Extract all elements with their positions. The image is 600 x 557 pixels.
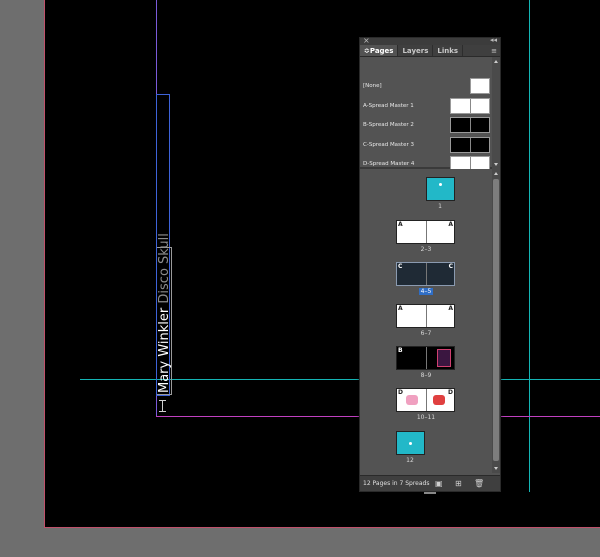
panel-menu-icon[interactable]: ≡: [491, 45, 497, 57]
scroll-up-icon[interactable]: [494, 60, 498, 63]
tab-label: Links: [437, 47, 459, 55]
spread-label: 6–7: [420, 330, 432, 337]
spread-thumbnail[interactable]: D D: [396, 388, 455, 412]
new-page-icon[interactable]: ⊞: [455, 479, 462, 488]
page-thumbnail[interactable]: [426, 177, 455, 201]
document-page[interactable]: [44, 0, 600, 528]
pages-panel[interactable]: × ◂◂ ≎Pages Layers Links ≡ [None] A-Spre…: [359, 36, 501, 494]
master-label: D-Spread Master 4: [363, 161, 415, 167]
master-label: [None]: [363, 83, 382, 89]
panel-resize-grip[interactable]: [424, 492, 436, 494]
masters-scrollbar[interactable]: [492, 57, 500, 169]
thumbnail-artwork: [406, 395, 418, 405]
masters-section: [None] A-Spread Master 1 B-Spread Master…: [360, 57, 500, 172]
pages-section: 1 A A 2–3 C C 4–5 A A 6–7 B 8–9 D D 10–1…: [360, 169, 500, 473]
spread-label: 2–3: [420, 246, 432, 253]
spread-thumbnail[interactable]: A A: [396, 304, 455, 328]
master-thumbnail[interactable]: [450, 137, 490, 153]
title-text: Disco Skull: [157, 233, 172, 308]
author-text: Mary Winkler: [157, 307, 172, 393]
tab-layers[interactable]: Layers: [398, 45, 434, 56]
spread-label: 8–9: [420, 372, 432, 379]
close-icon[interactable]: ×: [363, 36, 370, 45]
panel-footer: 12 Pages in 7 Spreads ▣ ⊞ 🗑: [360, 475, 500, 494]
master-label: C-Spread Master 3: [363, 142, 414, 148]
spread-thumbnail[interactable]: C C: [396, 262, 455, 286]
text-cursor-icon: [159, 400, 166, 412]
scroll-up-icon[interactable]: [494, 172, 498, 175]
master-letter: A: [448, 221, 453, 228]
master-row-none[interactable]: [None]: [360, 78, 492, 96]
master-row-c[interactable]: C-Spread Master 3: [360, 137, 492, 155]
master-letter: C: [398, 263, 403, 270]
page-thumbnail[interactable]: [396, 431, 425, 455]
thumbnail-artwork: [433, 395, 445, 405]
pages-count-status: 12 Pages in 7 Spreads: [363, 480, 430, 487]
thumbnail-artwork: [437, 349, 451, 367]
delete-page-icon[interactable]: 🗑: [474, 479, 484, 488]
tab-pages[interactable]: ≎Pages: [360, 45, 399, 56]
master-label: A-Spread Master 1: [363, 103, 414, 109]
master-thumbnail[interactable]: [450, 117, 490, 133]
master-row-b[interactable]: B-Spread Master 2: [360, 117, 492, 135]
scroll-down-icon[interactable]: [494, 163, 498, 166]
master-letter: B: [398, 347, 403, 354]
master-letter: A: [448, 305, 453, 312]
collapse-icon[interactable]: ◂◂: [490, 36, 497, 45]
spread-label-selected: 4–5: [418, 288, 434, 295]
spread-thumbnail[interactable]: B: [396, 346, 455, 370]
tab-label: Pages: [369, 47, 394, 55]
tab-links[interactable]: Links: [433, 45, 464, 56]
pages-scrollbar[interactable]: [492, 169, 500, 473]
master-label: B-Spread Master 2: [363, 122, 414, 128]
master-letter: D: [398, 389, 403, 396]
spread-label: 1: [438, 203, 442, 210]
edit-page-size-icon[interactable]: ▣: [435, 479, 443, 488]
page-content-dot: [409, 442, 412, 445]
master-thumbnail[interactable]: [450, 98, 490, 114]
page-content-dot: [439, 183, 442, 186]
master-row-a[interactable]: A-Spread Master 1: [360, 98, 492, 116]
spread-label: 10–11: [416, 414, 436, 421]
tab-label: Layers: [402, 47, 429, 55]
ruler-guide-vertical[interactable]: [529, 0, 530, 492]
spread-label: 12: [406, 457, 414, 464]
panel-titlebar[interactable]: × ◂◂: [360, 36, 500, 45]
scrollbar-thumb[interactable]: [493, 179, 499, 461]
rotated-text-content[interactable]: Mary Winkler Disco Skull: [157, 233, 172, 393]
master-letter: C: [448, 263, 453, 270]
master-letter: A: [398, 305, 403, 312]
master-thumbnail[interactable]: [470, 78, 490, 94]
scroll-down-icon[interactable]: [494, 467, 498, 470]
master-letter: D: [448, 389, 453, 396]
spread-thumbnail[interactable]: A A: [396, 220, 455, 244]
panel-tabs: ≎Pages Layers Links ≡: [360, 45, 500, 57]
master-letter: A: [398, 221, 403, 228]
